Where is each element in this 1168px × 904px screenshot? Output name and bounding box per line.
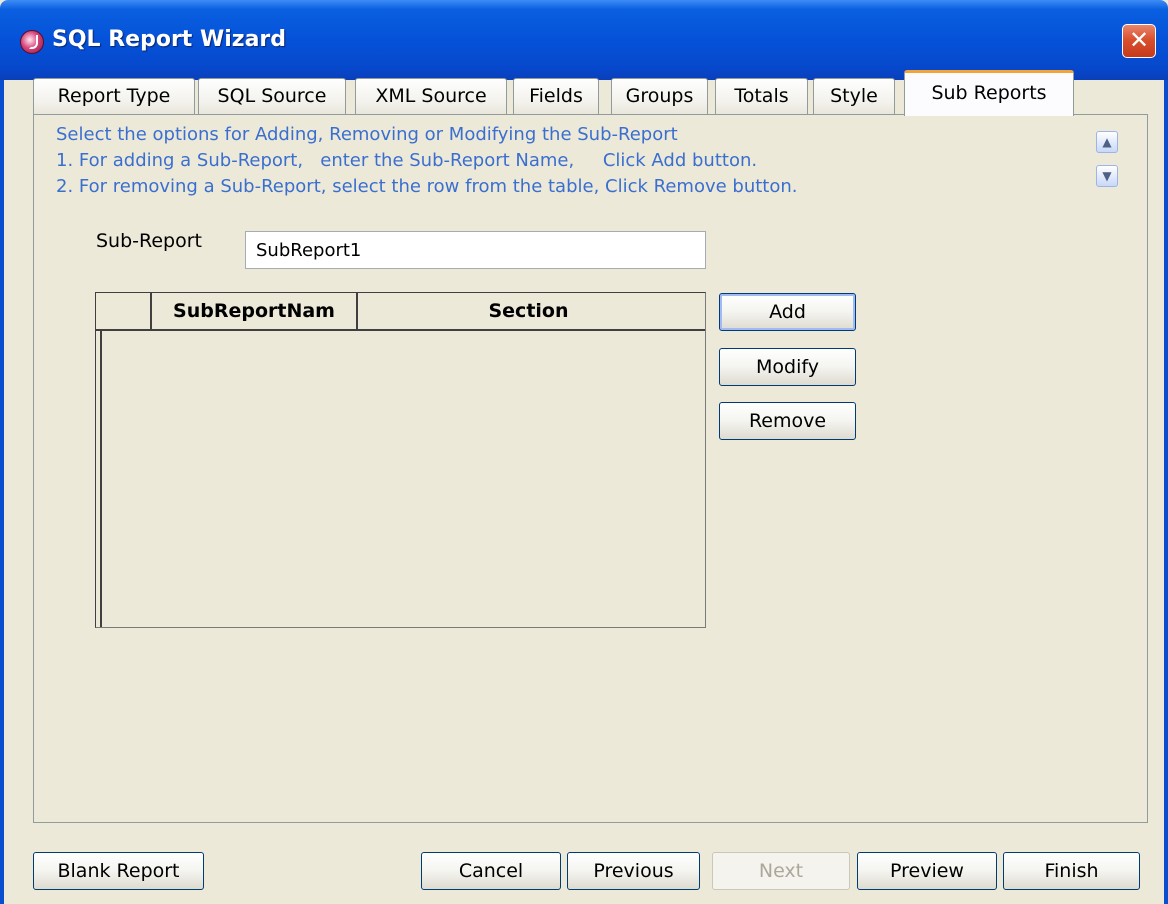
- next-button[interactable]: Next: [712, 852, 850, 890]
- instruction-line: 2. For removing a Sub-Report, select the…: [56, 176, 798, 197]
- tab-xml-source[interactable]: XML Source: [355, 78, 507, 114]
- chevron-down-icon: ▼: [1102, 169, 1112, 183]
- tab-totals[interactable]: Totals: [715, 78, 808, 114]
- blank-report-button[interactable]: Blank Report: [33, 852, 204, 890]
- preview-button[interactable]: Preview: [857, 852, 997, 890]
- table-body[interactable]: [100, 331, 705, 627]
- window-frame-right: [1164, 80, 1168, 904]
- tab-report-type[interactable]: Report Type: [33, 78, 195, 114]
- chevron-up-icon: ▲: [1102, 135, 1112, 149]
- modify-button[interactable]: Modify: [719, 348, 856, 386]
- table-header: SubReportNam Section: [96, 293, 705, 331]
- column-header-subreport-name[interactable]: SubReportNam: [152, 293, 358, 329]
- app-icon: [20, 30, 44, 54]
- cancel-button[interactable]: Cancel: [421, 852, 561, 890]
- tab-sub-reports[interactable]: Sub Reports: [904, 70, 1074, 116]
- sub-report-input[interactable]: [245, 231, 706, 269]
- column-header-section[interactable]: Section: [358, 293, 699, 329]
- column-header-row-marker[interactable]: [96, 293, 152, 329]
- scroll-down-button[interactable]: ▼: [1096, 165, 1118, 187]
- tab-style[interactable]: Style: [813, 78, 895, 114]
- add-button[interactable]: Add: [719, 293, 856, 331]
- window-title: SQL Report Wizard: [52, 27, 287, 52]
- title-bar[interactable]: SQL Report Wizard ✕: [0, 0, 1168, 80]
- tab-sql-source[interactable]: SQL Source: [198, 78, 346, 114]
- sub-report-table[interactable]: SubReportNam Section: [95, 292, 706, 628]
- finish-button[interactable]: Finish: [1003, 852, 1140, 890]
- window-frame-left: [0, 80, 4, 904]
- previous-button[interactable]: Previous: [567, 852, 700, 890]
- tab-groups[interactable]: Groups: [611, 78, 708, 114]
- instruction-line: Select the options for Adding, Removing …: [56, 124, 678, 145]
- remove-button[interactable]: Remove: [719, 402, 856, 440]
- scroll-up-button[interactable]: ▲: [1096, 131, 1118, 153]
- tab-fields[interactable]: Fields: [513, 78, 599, 114]
- close-button[interactable]: ✕: [1122, 24, 1156, 58]
- instruction-line: 1. For adding a Sub-Report, enter the Su…: [56, 150, 758, 171]
- instructions-text: Select the options for Adding, Removing …: [56, 122, 1086, 200]
- sub-report-label: Sub-Report: [96, 230, 203, 252]
